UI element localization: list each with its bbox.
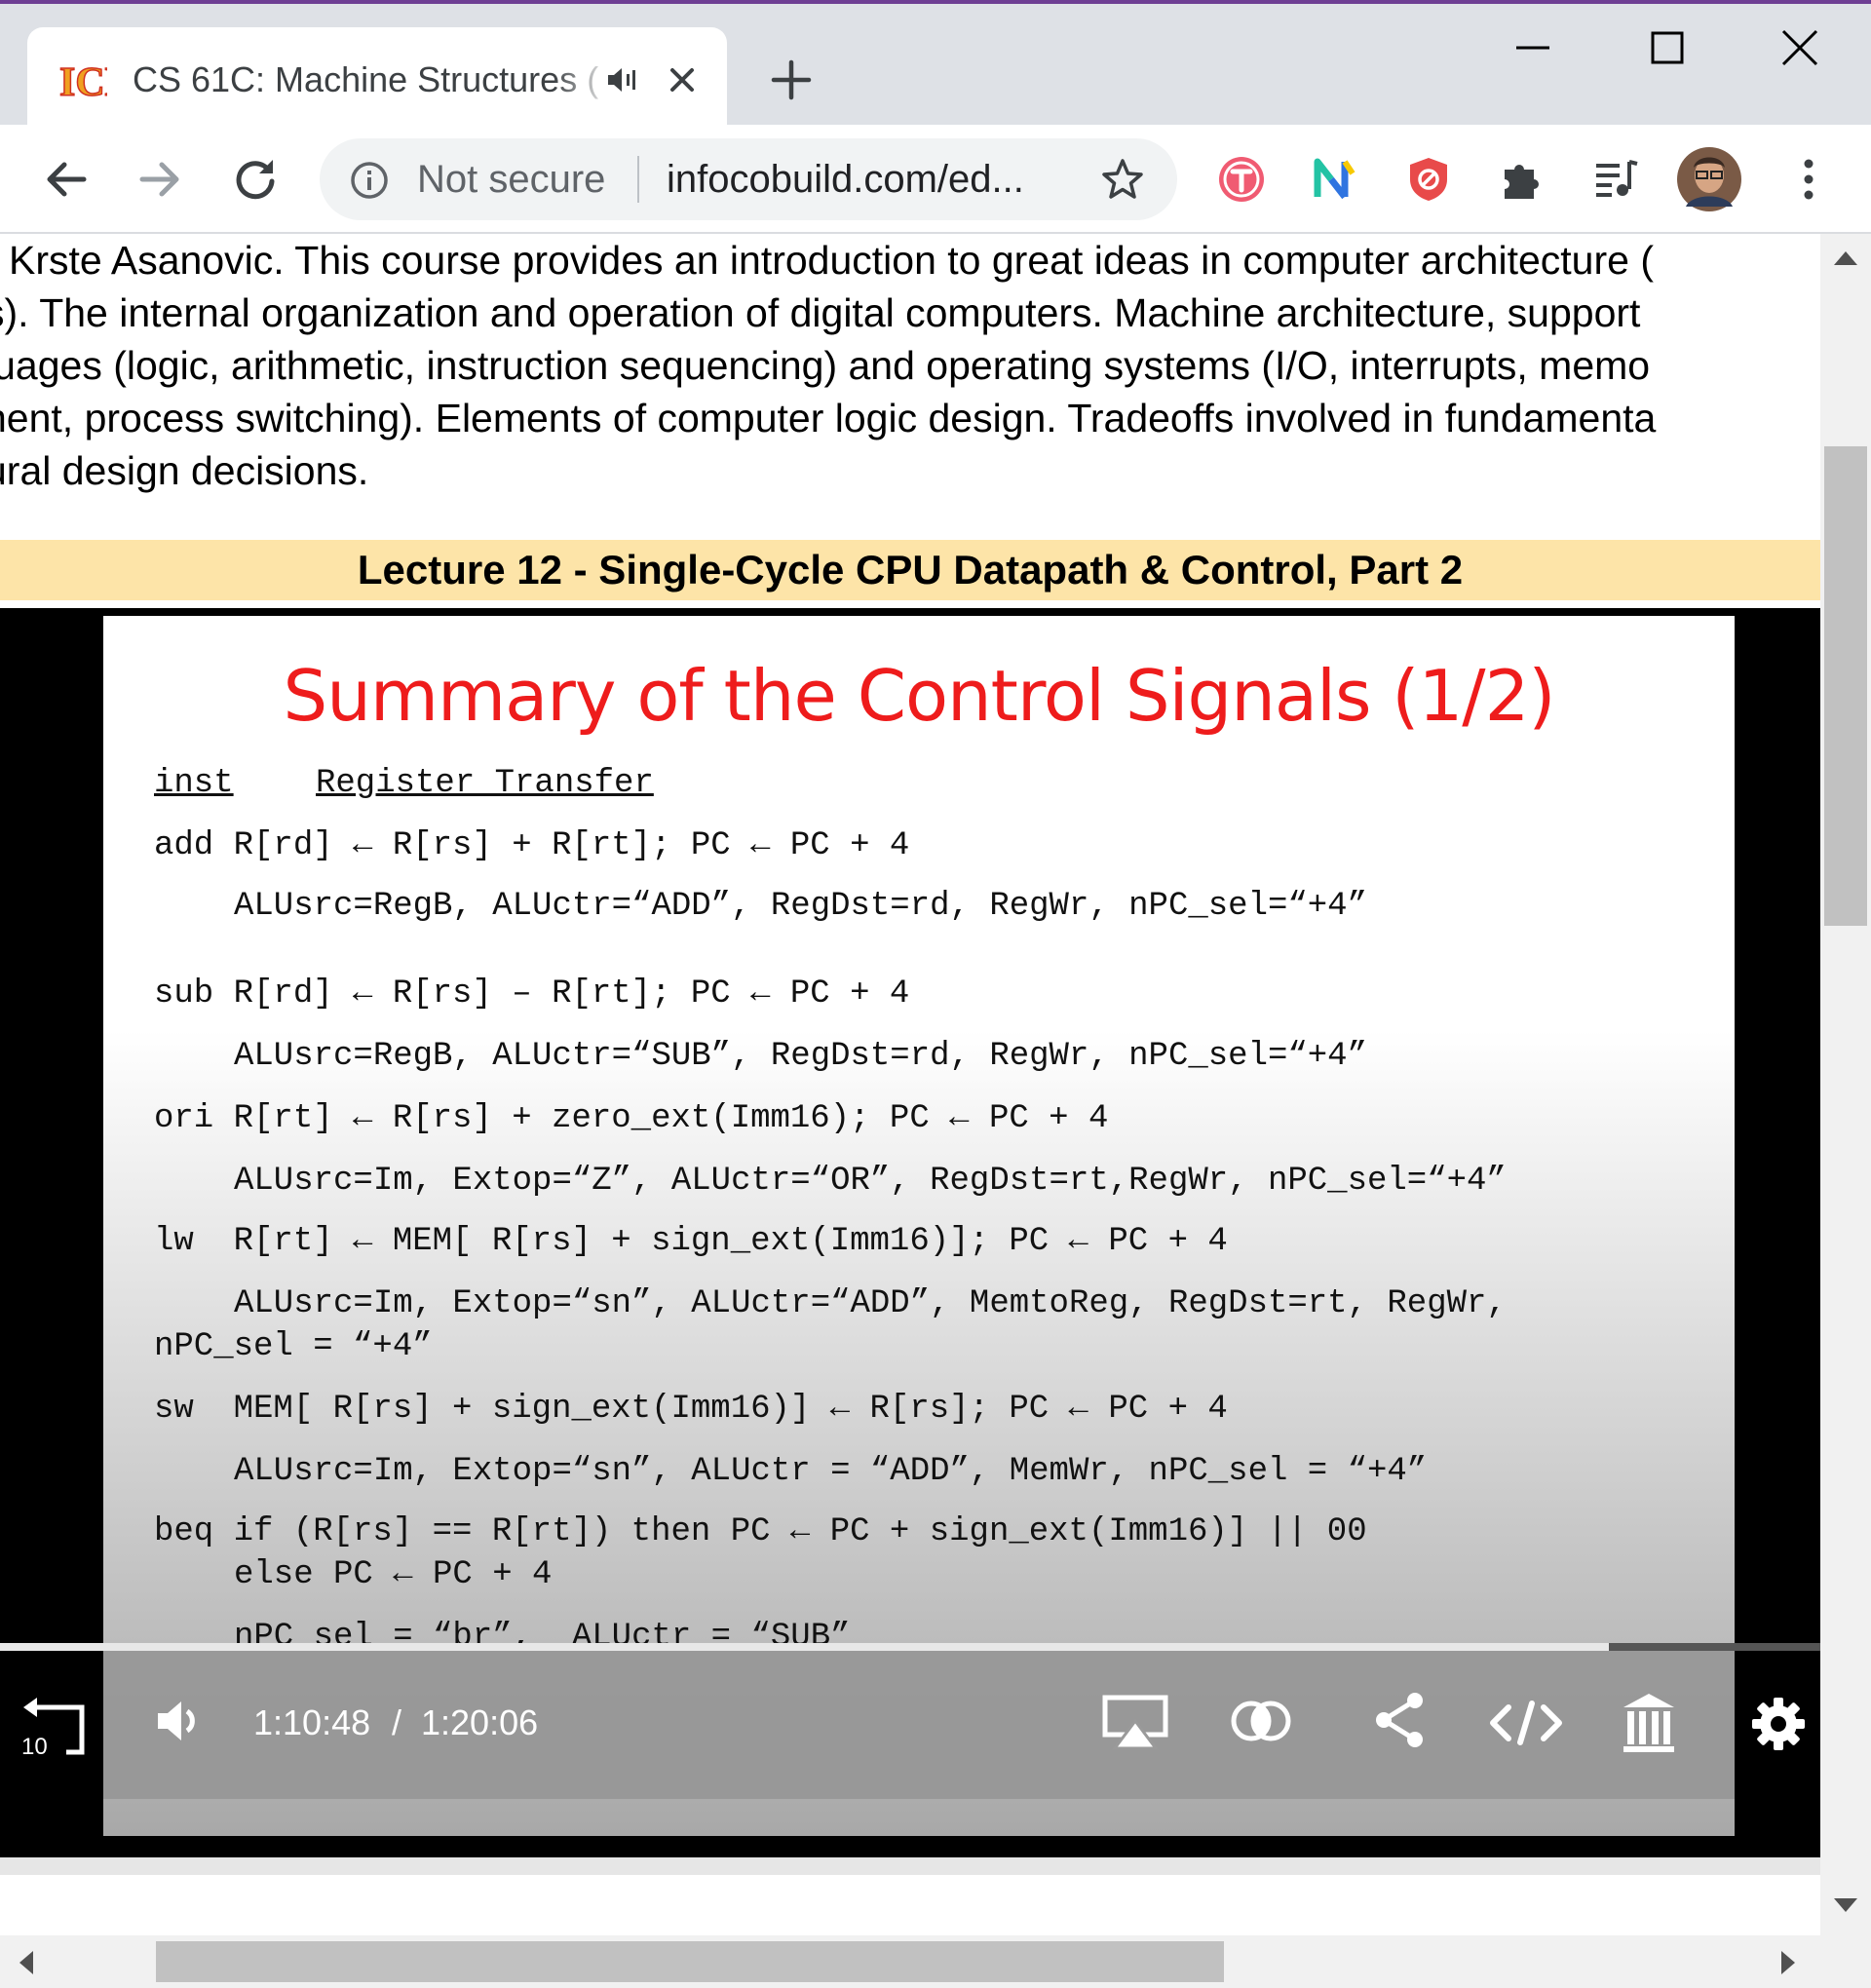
vertical-scrollbar[interactable] <box>1820 234 1871 1935</box>
slide-code-line: ALUsrc=Im, Extop=“Z”, ALUctr=“OR”, RegDs… <box>234 1163 1507 1200</box>
slide-header-inst: inst <box>154 765 234 802</box>
left-control-panel: 10 <box>0 1651 103 1799</box>
bookmark-star-icon[interactable] <box>1099 156 1146 203</box>
slide-title: Summary of the Control Signals (1/2) <box>283 655 1556 737</box>
library-icon[interactable] <box>1620 1690 1678 1754</box>
infocobuild-favicon-icon: ICB <box>58 58 107 101</box>
lecture-title: Lecture 12 - Single-Cycle CPU Datapath &… <box>357 547 1464 593</box>
current-time: 1:10:48 <box>253 1702 371 1742</box>
audio-playing-icon[interactable] <box>602 60 641 99</box>
tab-strip: ICB CS 61C: Machine Structures (Fall 201… <box>0 0 1871 129</box>
description-line: ural design decisions. <box>0 448 369 493</box>
url-text[interactable]: infocobuild.com/ed... <box>667 156 1024 203</box>
scroll-down-arrow-icon[interactable] <box>1832 1896 1859 1916</box>
right-control-panel <box>1735 1651 1820 1799</box>
player-footer-strip <box>0 1857 1820 1875</box>
puzzle-extensions-icon[interactable] <box>1497 154 1547 205</box>
horizontal-scroll-thumb[interactable] <box>156 1941 1224 1982</box>
description-line: nent, process switching). Elements of co… <box>0 396 1657 440</box>
page-viewport: r Krste Asanovic. This course provides a… <box>0 234 1820 1935</box>
slide-code-line: sw MEM[ R[rs] + sign_ext(Imm16)] ← R[rs]… <box>154 1391 1228 1428</box>
time-separator: / <box>392 1702 402 1742</box>
svg-text:ICB: ICB <box>59 60 107 101</box>
address-separator <box>637 156 639 203</box>
n-extension-icon[interactable] <box>1310 154 1360 205</box>
share-icon[interactable] <box>1372 1690 1429 1750</box>
shield-extension-icon[interactable] <box>1403 154 1454 205</box>
slide-code-line: ALUsrc=Im, Extop=“sn”, ALUctr=“ADD”, Mem… <box>234 1285 1507 1322</box>
minimize-window-icon[interactable] <box>1508 23 1557 72</box>
maximize-window-icon[interactable] <box>1643 23 1692 72</box>
scroll-right-arrow-icon[interactable] <box>1779 1949 1799 1976</box>
horizontal-scrollbar[interactable] <box>0 1935 1871 1988</box>
forward-arrow-icon[interactable] <box>134 154 185 205</box>
slide-code-line: ALUsrc=RegB, ALUctr=“SUB”, RegDst=rd, Re… <box>234 1038 1367 1075</box>
skip-back-label: 10 <box>21 1734 48 1760</box>
rewind-10-icon[interactable]: 10 <box>19 1694 94 1762</box>
slide-code-line: ALUsrc=Im, Extop=“sn”, ALUctr = “ADD”, M… <box>234 1453 1428 1490</box>
description-line: juages (logic, arithmetic, instruction s… <box>0 343 1651 388</box>
slide-code-line: beq if (R[rs] == R[rt]) then PC ← PC + s… <box>154 1513 1367 1550</box>
close-window-icon[interactable] <box>1776 23 1824 72</box>
video-controls: 1:10:48 / 1:20:06 10 <box>0 1643 1820 1857</box>
slide-code-line: ori R[rt] ← R[rs] + zero_ext(Imm16); PC … <box>154 1100 1109 1137</box>
address-bar[interactable]: Not secure infocobuild.com/ed... <box>320 138 1177 220</box>
vertical-scroll-thumb[interactable] <box>1824 446 1867 926</box>
progress-fill <box>0 1643 1610 1651</box>
tab-title: CS 61C: Machine Structures (Fall 2010) |… <box>133 59 600 99</box>
new-tab-plus-icon[interactable] <box>768 57 815 103</box>
not-secure-label[interactable]: Not secure <box>417 156 605 203</box>
profile-avatar-icon[interactable] <box>1676 146 1742 212</box>
close-tab-icon[interactable] <box>663 60 702 99</box>
scroll-up-arrow-icon[interactable] <box>1832 248 1859 267</box>
settings-gear-icon[interactable] <box>1750 1696 1807 1752</box>
video-player[interactable]: Summary of the Control Signals (1/2) ins… <box>0 608 1820 1857</box>
site-info-icon[interactable] <box>349 160 390 201</box>
description-line: r Krste Asanovic. This course provides a… <box>0 238 1654 283</box>
browser-tab[interactable]: ICB CS 61C: Machine Structures (Fall 201… <box>27 27 727 129</box>
slide-code-line: else PC ← PC + 4 <box>234 1556 553 1593</box>
scroll-left-arrow-icon[interactable] <box>16 1949 35 1976</box>
back-arrow-icon[interactable] <box>41 154 92 205</box>
controls-bar: 1:10:48 / 1:20:06 <box>103 1651 1735 1799</box>
theater-mode-icon[interactable] <box>1230 1696 1292 1746</box>
media-queue-icon[interactable] <box>1590 154 1641 205</box>
todoist-extension-icon[interactable] <box>1216 154 1267 205</box>
airplay-icon[interactable] <box>1101 1694 1169 1752</box>
description-line: s). The internal organization and operat… <box>0 290 1641 335</box>
volume-icon[interactable] <box>152 1694 207 1748</box>
progress-bar[interactable] <box>0 1643 1820 1651</box>
lecture-title-bar: Lecture 12 - Single-Cycle CPU Datapath &… <box>0 540 1820 600</box>
slide-code-line: ALUsrc=RegB, ALUctr=“ADD”, RegDst=rd, Re… <box>234 888 1367 925</box>
slide-code-line: nPC_sel = “+4” <box>154 1328 433 1365</box>
reload-icon[interactable] <box>230 154 281 205</box>
browser-toolbar: Not secure infocobuild.com/ed... <box>0 125 1871 234</box>
total-duration: 1:20:06 <box>421 1702 539 1742</box>
slide-header-transfer: Register Transfer <box>316 765 654 802</box>
slide-code-line: add R[rd] ← R[rs] + R[rt]; PC ← PC + 4 <box>154 827 910 864</box>
slide-code-line: sub R[rd] ← R[rs] – R[rt]; PC ← PC + 4 <box>154 975 910 1013</box>
course-description: r Krste Asanovic. This course provides a… <box>0 234 1820 497</box>
slide-code-line: lw R[rt] ← MEM[ R[rs] + sign_ext(Imm16)]… <box>154 1223 1228 1260</box>
embed-code-icon[interactable] <box>1487 1696 1565 1750</box>
chrome-menu-icon[interactable] <box>1783 154 1834 205</box>
